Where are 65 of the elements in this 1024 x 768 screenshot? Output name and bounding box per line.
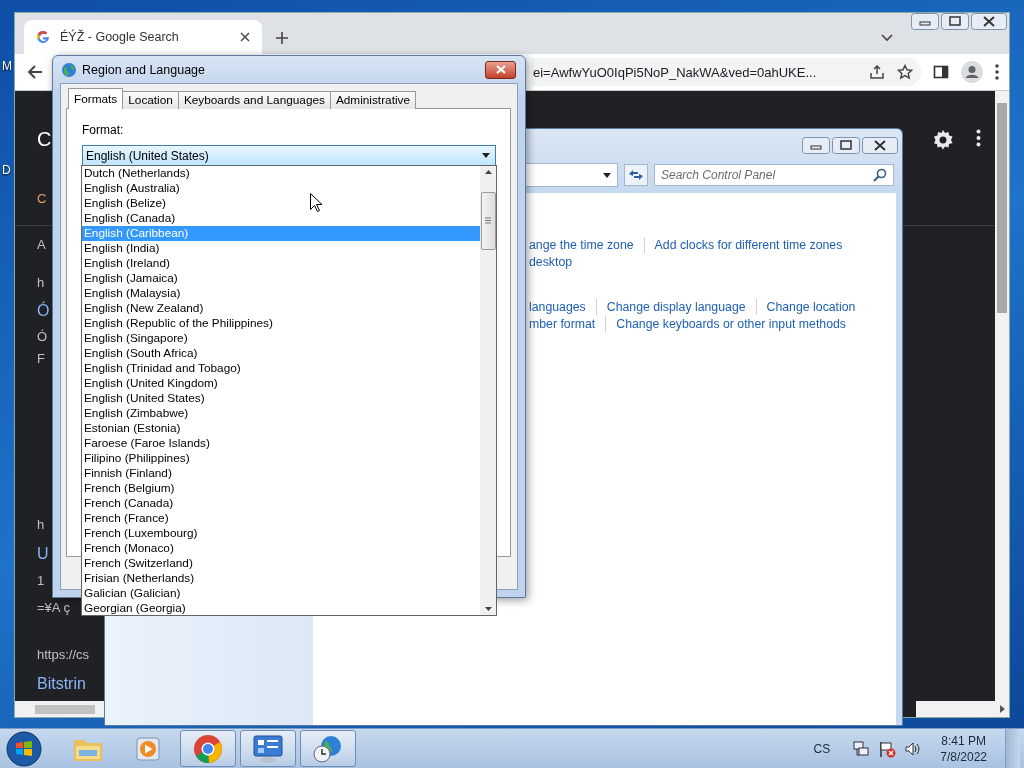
clock-time[interactable]: 8:41 PM bbox=[941, 732, 986, 749]
list-option[interactable]: French (Canada) bbox=[82, 496, 480, 511]
list-option[interactable]: Filipino (Philippines) bbox=[82, 451, 480, 466]
page-text: C bbox=[37, 191, 47, 206]
address-bar[interactable]: ei=AwfwYuO0IqPi5NoP_NakWA&ved=0ahUKE... bbox=[531, 58, 921, 86]
field-label: Format: bbox=[82, 123, 124, 137]
page-text: https://cs bbox=[37, 647, 90, 662]
list-option[interactable]: English (Belize) bbox=[82, 196, 480, 211]
task-link[interactable]: Change location bbox=[766, 299, 856, 314]
page-text: F bbox=[37, 351, 45, 366]
tab[interactable]: Keyboards and Languages bbox=[177, 91, 331, 109]
list-option[interactable]: English (South Africa) bbox=[82, 346, 480, 361]
page-text: h bbox=[37, 275, 45, 290]
list-option[interactable]: English (United Kingdom) bbox=[82, 376, 480, 391]
task-link[interactable]: Add clocks for different time zones bbox=[654, 237, 843, 252]
desktop-icon-label[interactable]: M bbox=[2, 59, 12, 73]
page-text: A bbox=[37, 237, 46, 252]
list-option[interactable]: English (Malaysia) bbox=[82, 286, 480, 301]
search-field[interactable]: Search Control Panel bbox=[654, 164, 894, 186]
format-dropdown[interactable]: English (United States) bbox=[82, 145, 496, 166]
list-option[interactable]: Finnish (Finland) bbox=[82, 466, 480, 481]
list-option[interactable]: English (Republic of the Philippines) bbox=[82, 316, 480, 331]
list-option[interactable]: Faroese (Faroe Islands) bbox=[82, 436, 480, 451]
browser-tab[interactable]: ÉÝŽ - Google Search bbox=[24, 20, 262, 54]
list-option[interactable]: English (Australia) bbox=[82, 181, 480, 196]
list-option[interactable]: Estonian (Estonia) bbox=[82, 421, 480, 436]
list-option[interactable]: English (India) bbox=[82, 241, 480, 256]
page-text: =¥A ç bbox=[37, 600, 70, 615]
task-link[interactable]: Change keyboards or other input methods bbox=[616, 316, 846, 331]
result-link[interactable]: Bitstrin bbox=[37, 675, 86, 692]
desktop-icon-label[interactable]: D bbox=[2, 163, 11, 177]
list-option[interactable]: Dutch (Netherlands) bbox=[82, 166, 480, 181]
list-option[interactable]: French (Luxembourg) bbox=[82, 526, 480, 541]
page-text: Ó bbox=[37, 329, 48, 344]
tab[interactable]: Location bbox=[122, 91, 179, 109]
list-option[interactable]: French (Monaco) bbox=[82, 541, 480, 556]
page-text: 1 bbox=[37, 573, 45, 588]
list-option[interactable]: English (Trinidad and Tobago) bbox=[82, 361, 480, 376]
list-option[interactable]: Frisian (Netherlands) bbox=[82, 571, 480, 586]
tab[interactable]: Administrative bbox=[329, 91, 416, 109]
list-option[interactable]: English (New Zealand) bbox=[82, 301, 480, 316]
list-option[interactable]: English (Jamaica) bbox=[82, 271, 480, 286]
tab[interactable]: Formats bbox=[68, 88, 124, 109]
list-option[interactable]: Georgian (Georgia) bbox=[82, 601, 480, 616]
result-link[interactable]: Ó bbox=[37, 302, 50, 319]
list-option[interactable]: English (United States) bbox=[82, 391, 480, 406]
task-link[interactable]: Change display language bbox=[606, 299, 746, 314]
task-link[interactable]: mber format bbox=[529, 316, 596, 331]
task-link[interactable]: desktop bbox=[529, 254, 573, 269]
list-option[interactable]: English (Canada) bbox=[82, 211, 480, 226]
task-link[interactable]: ange the time zone bbox=[529, 237, 634, 252]
page-text: h bbox=[37, 517, 45, 532]
language-indicator[interactable]: CS bbox=[813, 741, 831, 756]
list-option[interactable]: English (Zimbabwe) bbox=[82, 406, 480, 421]
task-link[interactable]: languages bbox=[529, 299, 586, 314]
list-option[interactable]: French (France) bbox=[82, 511, 480, 526]
list-option[interactable]: English (Singapore) bbox=[82, 331, 480, 346]
list-option[interactable]: French (Switzerland) bbox=[82, 556, 480, 571]
dialog-title: Region and Language bbox=[82, 62, 207, 77]
logo-text: C bbox=[37, 128, 52, 150]
clock-date[interactable]: 7/8/2022 bbox=[940, 748, 987, 765]
list-option[interactable]: Galician (Galician) bbox=[82, 586, 480, 601]
result-link[interactable]: U bbox=[37, 545, 49, 562]
list-option[interactable]: French (Belgium) bbox=[82, 481, 480, 496]
list-option[interactable]: English (Ireland) bbox=[82, 256, 480, 271]
